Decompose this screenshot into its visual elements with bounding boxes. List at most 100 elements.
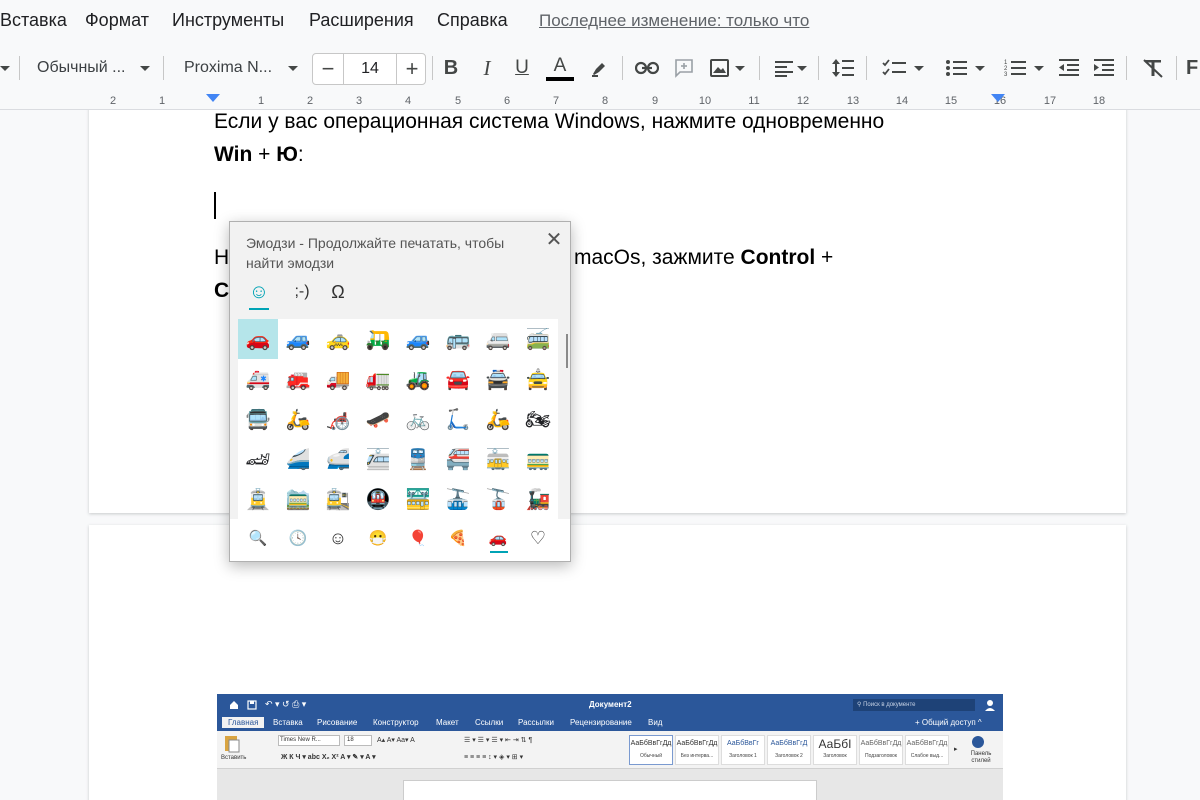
left-indent-marker-icon[interactable]	[205, 94, 221, 104]
paragraph-style-dropdown[interactable]: Обычный ...	[30, 52, 154, 84]
add-comment-icon[interactable]	[671, 52, 697, 84]
emoji-cell[interactable]: 🚗	[238, 319, 278, 359]
emoji-cell[interactable]: 🚞	[278, 479, 318, 519]
word-tab: Ссылки	[475, 718, 504, 727]
menu-tools[interactable]: Инструменты	[172, 10, 284, 31]
decrease-indent-icon[interactable]	[1056, 52, 1082, 84]
emoji-cell[interactable]: 🚍	[238, 399, 278, 439]
emoji-cell[interactable]: 🚖	[518, 359, 558, 399]
emoji-cell[interactable]: 🦽	[318, 399, 358, 439]
emoji-cell[interactable]: 🛹	[358, 399, 398, 439]
paragraph-line: Win + Ю:	[214, 143, 304, 167]
key-name: Win	[214, 143, 253, 166]
close-icon[interactable]: ✕	[543, 228, 565, 251]
text-color-icon: A	[553, 54, 567, 76]
category-smileys-icon[interactable]: ☺	[318, 525, 358, 551]
emoji-cell[interactable]: 🚟	[398, 479, 438, 519]
menu-format[interactable]: Формат	[85, 10, 149, 31]
checklist-dropdown[interactable]	[878, 52, 928, 84]
word-style-swatch: АаБбВвГгДд Слабое выд...	[905, 735, 949, 765]
emoji-cell[interactable]: 🛺	[358, 319, 398, 359]
emoji-cell[interactable]: 🚃	[518, 439, 558, 479]
category-search-icon[interactable]: 🔍	[238, 525, 278, 551]
numbered-list-dropdown[interactable]: 123	[1000, 52, 1048, 84]
emoji-cell[interactable]: 🚎	[518, 319, 558, 359]
emoji-cell[interactable]: 🚉	[318, 479, 358, 519]
emoji-cell[interactable]: 🚄	[278, 439, 318, 479]
increase-font-size-button[interactable]: +	[397, 54, 427, 84]
toolbar-separator	[19, 56, 20, 80]
insert-link-icon[interactable]	[632, 52, 662, 84]
emoji-cell[interactable]: 🚝	[438, 439, 478, 479]
last-edit-link[interactable]: Последнее изменение: только что	[539, 11, 809, 31]
emoji-cell[interactable]: 🚆	[398, 439, 438, 479]
font-size-input[interactable]: 14	[343, 54, 397, 84]
chevron-down-icon	[1034, 65, 1044, 71]
emoji-cell[interactable]: 🚊	[238, 479, 278, 519]
highlight-pen-icon[interactable]	[586, 52, 612, 84]
emoji-cell[interactable]: 🚲	[398, 399, 438, 439]
emoji-cell[interactable]: 🚂	[518, 479, 558, 519]
emoji-cell[interactable]: 🚔	[478, 359, 518, 399]
emoji-cell[interactable]: 🚚	[318, 359, 358, 399]
emoji-cell[interactable]: 🚒	[278, 359, 318, 399]
toolbar-left-caret[interactable]	[0, 52, 10, 84]
emoji-cell[interactable]: 🚇	[358, 479, 398, 519]
plus-sign: +	[252, 143, 277, 166]
italic-button[interactable]: I	[474, 52, 500, 84]
toolbar-separator	[163, 56, 164, 80]
emoji-cell[interactable]: 🏎	[238, 439, 278, 479]
tab-emoji[interactable]: ☺	[247, 280, 271, 304]
category-symbols-heart-icon[interactable]: ♡	[518, 525, 558, 551]
underline-button[interactable]: U	[509, 52, 535, 84]
emoji-cell[interactable]: 🚡	[478, 479, 518, 519]
style-name: Заголовок 1	[729, 753, 757, 759]
decrease-font-size-button[interactable]: −	[313, 54, 343, 84]
style-preview: АаБбI	[818, 737, 852, 751]
word-screenshot-image: ↶ ▾ ↺ ⎙ ▾ Документ2 ⚲ Поиск в документе …	[217, 694, 1003, 800]
category-celebration-icon[interactable]: 🎈	[398, 525, 438, 551]
emoji-cell[interactable]: 🚐	[478, 319, 518, 359]
align-dropdown[interactable]	[770, 52, 810, 84]
bulleted-list-dropdown[interactable]	[940, 52, 990, 84]
menu-extensions[interactable]: Расширения	[309, 10, 414, 31]
emoji-cell[interactable]: 🛵	[278, 399, 318, 439]
overflow-toolbar-button[interactable]: F	[1186, 52, 1200, 84]
menu-help[interactable]: Справка	[437, 10, 508, 31]
emoji-cell[interactable]: 🚑	[238, 359, 278, 399]
emoji-cell[interactable]: 🚘	[438, 359, 478, 399]
emoji-cell[interactable]: 🛴	[438, 399, 478, 439]
tab-symbols[interactable]: Ω	[326, 280, 350, 304]
menu-insert[interactable]: Вставка	[0, 10, 67, 31]
bold-button[interactable]: B	[438, 52, 464, 84]
font-family-dropdown[interactable]: Proxima N...	[176, 52, 302, 84]
line-spacing-icon[interactable]	[828, 52, 858, 84]
line-prefix: C	[214, 279, 230, 302]
category-transport-icon[interactable]: 🚗	[478, 525, 518, 551]
emoji-cell[interactable]: 🚋	[478, 439, 518, 479]
insert-image-dropdown[interactable]	[705, 52, 749, 84]
right-indent-marker-icon[interactable]	[990, 94, 1006, 104]
tab-kaomoji[interactable]: ;-)	[286, 280, 318, 304]
emoji-cell[interactable]: 🚜	[398, 359, 438, 399]
emoji-cell[interactable]: 🚅	[318, 439, 358, 479]
emoji-cell[interactable]: 🚙	[278, 319, 318, 359]
category-people-icon[interactable]: 😷	[358, 525, 398, 551]
emoji-cell[interactable]: 🚌	[438, 319, 478, 359]
increase-indent-icon[interactable]	[1091, 52, 1117, 84]
emoji-cell[interactable]: 🏍	[518, 399, 558, 439]
emoji-cell[interactable]: 🚈	[358, 439, 398, 479]
category-food-icon[interactable]: 🍕	[438, 525, 478, 551]
emoji-cell[interactable]: 🚙	[398, 319, 438, 359]
emoji-cell[interactable]: 🚕	[318, 319, 358, 359]
category-recent-icon[interactable]: 🕓	[278, 525, 318, 551]
clear-formatting-icon[interactable]	[1138, 52, 1168, 84]
horizontal-ruler[interactable]: 2 1 1 2 3 4 5 6 7 8 9 10 11 12 13 14 15 …	[0, 94, 1200, 110]
emoji-cell[interactable]: 🛵	[478, 399, 518, 439]
text-color-button[interactable]: A	[545, 52, 575, 84]
emoji-cell[interactable]: 🚛	[358, 359, 398, 399]
emoji-cell[interactable]: 🚠	[438, 479, 478, 519]
emoji-scrollbar[interactable]	[566, 334, 568, 368]
word-align-icons: ≡ ≡ ≡ ≡ ↕ ▾ ◈ ▾ ⊞ ▾	[464, 754, 524, 761]
ruler-label: 2	[306, 95, 314, 107]
